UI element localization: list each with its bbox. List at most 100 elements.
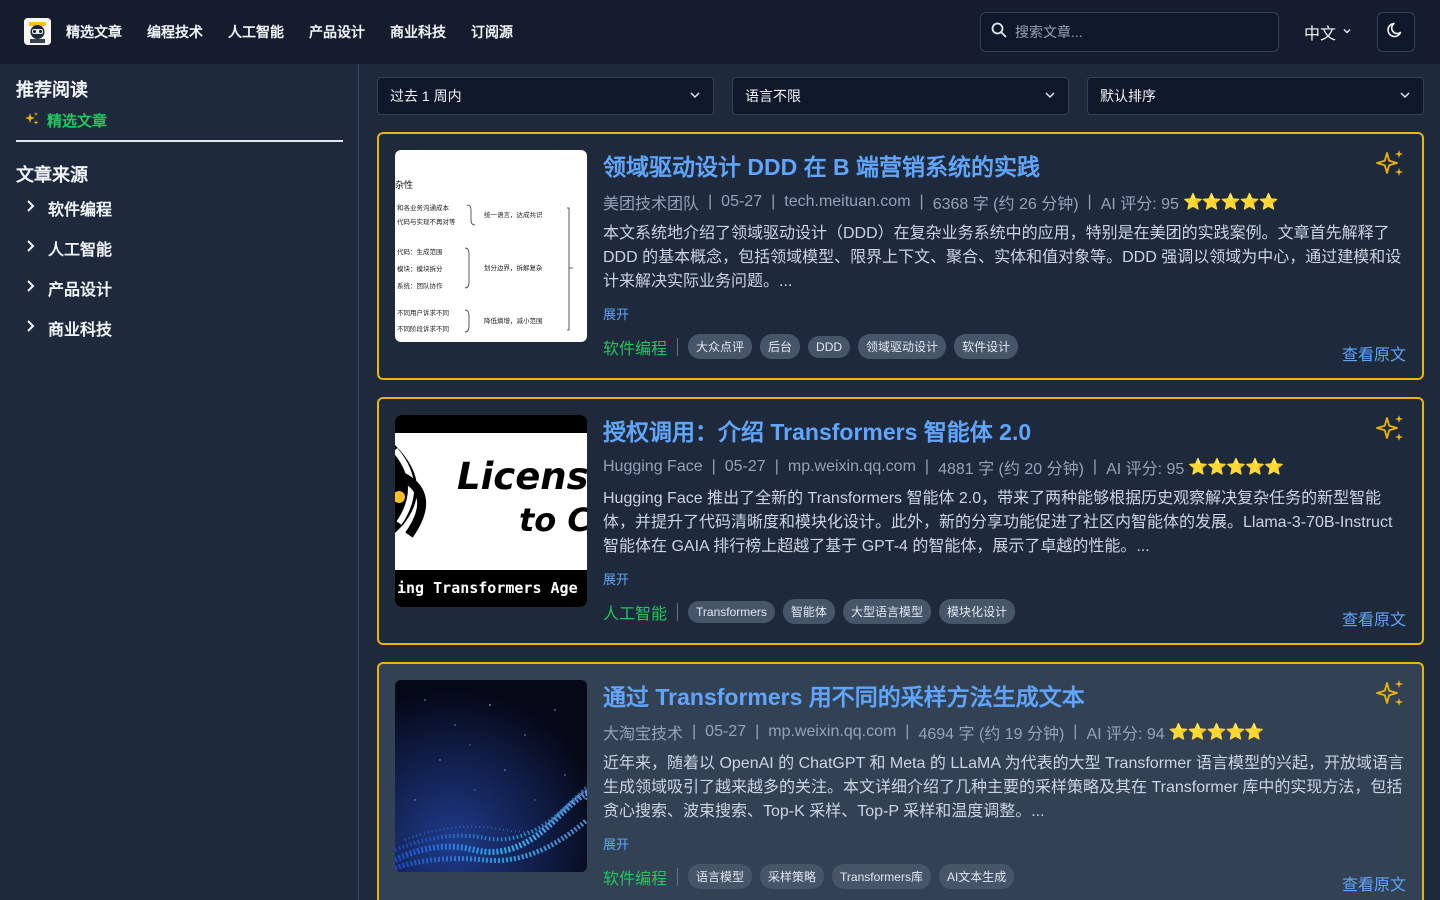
article-score: AI 评分: 95 (1106, 461, 1185, 478)
chevron-right-icon (24, 239, 38, 258)
tag-chip[interactable]: 智能体 (782, 599, 835, 624)
nav-link-ai[interactable]: 人工智能 (228, 22, 284, 42)
view-original-link[interactable]: 查看原文 (1342, 871, 1406, 895)
sidebar-item-label: 产品设计 (48, 282, 113, 299)
search-icon (991, 22, 1007, 43)
time-filter-value: 过去 1 周内 (390, 88, 462, 104)
article-source: 美团技术团队 (603, 196, 700, 213)
sources-heading: 文章来源 (16, 165, 88, 185)
article-thumbnail[interactable] (395, 680, 587, 872)
tag-chip[interactable]: 后台 (760, 334, 801, 359)
nav-link-programming[interactable]: 编程技术 (147, 22, 203, 42)
view-original-link[interactable]: 查看原文 (1342, 341, 1406, 365)
thumb-text: 不同阶段诉求不同 (397, 324, 449, 333)
article-score: AI 评分: 95 (1100, 196, 1179, 213)
sidebar-item-ai[interactable]: 人工智能 (24, 236, 112, 260)
sidebar-item-label: 商业科技 (48, 322, 113, 339)
expand-link[interactable]: 展开 (603, 569, 629, 588)
ai-sparkle-icon[interactable] (1376, 148, 1406, 183)
view-original-link[interactable]: 查看原文 (1342, 606, 1406, 630)
article-tags-row: 软件编程 语言模型 采样策略 Transformers库 AI文本生成 (603, 864, 1022, 889)
thumb-text: Licens (457, 455, 587, 498)
tag-chip[interactable]: 语言模型 (688, 864, 753, 889)
expand-link[interactable]: 展开 (603, 834, 629, 853)
sidebar-item-featured[interactable]: 精选文章 (24, 110, 107, 131)
article-meta: 美团技术团队 | 05-27 | tech.meituan.com | 6368 字 … (603, 190, 1279, 214)
nav-link-product[interactable]: 产品设计 (309, 22, 365, 42)
article-length: 6368 字 (约 26 分钟) (932, 196, 1079, 213)
article-card: 杂性 和各业务沟通成本 代码与实现不再对等 统一语言，达成共识 代码：生成范围 … (377, 132, 1424, 380)
thumb-text: 和各业务沟通成本 (397, 203, 450, 212)
tag-chip[interactable]: 大众点评 (688, 334, 753, 359)
chevron-right-icon (24, 319, 38, 338)
article-thumbnail[interactable]: 杂性 和各业务沟通成本 代码与实现不再对等 统一语言，达成共识 代码：生成范围 … (395, 150, 587, 342)
thumb-text: 系统：团队协作 (397, 281, 443, 290)
sidebar-divider (16, 140, 343, 142)
recommended-heading: 推荐阅读 (16, 80, 88, 100)
expand-link[interactable]: 展开 (603, 304, 629, 323)
thumb-text: 统一语言，达成共识 (484, 210, 543, 219)
article-title[interactable]: 领域驱动设计 DDD 在 B 端营销系统的实践 (603, 148, 1040, 182)
chevron-right-icon (24, 199, 38, 218)
article-category[interactable]: 人工智能 (603, 600, 667, 624)
tag-chip[interactable]: 采样策略 (760, 864, 825, 889)
ai-sparkle-icon[interactable] (1376, 678, 1406, 713)
time-filter-select[interactable]: 过去 1 周内 (377, 77, 714, 115)
sort-value: 默认排序 (1100, 88, 1156, 104)
tag-chip[interactable]: 领域驱动设计 (858, 334, 947, 359)
sidebar-item-software[interactable]: 软件编程 (24, 196, 112, 220)
sort-select[interactable]: 默认排序 (1087, 77, 1424, 115)
article-domain: mp.weixin.qq.com (787, 458, 916, 475)
thumb-text: 杂性 (395, 179, 413, 191)
nav-link-featured[interactable]: 精选文章 (66, 22, 122, 42)
article-summary: 近年来，随着以 OpenAI 的 ChatGPT 和 Meta 的 LLaMA … (603, 755, 1405, 820)
article-card: Licens to C ing Transformers Age 授权调用：介绍… (377, 397, 1424, 645)
chevron-right-icon (24, 279, 38, 298)
sidebar-item-business[interactable]: 商业科技 (24, 316, 112, 340)
thumb-text: 降低熵增，减小范围 (484, 316, 543, 325)
chevron-down-icon (1044, 88, 1056, 104)
article-category[interactable]: 软件编程 (603, 865, 667, 889)
article-meta: Hugging Face | 05-27 | mp.weixin.qq.com | 4… (603, 455, 1284, 479)
nav-link-feeds[interactable]: 订阅源 (471, 22, 513, 42)
thumb-text: to C (519, 501, 587, 539)
star-rating: ⭐⭐⭐⭐⭐ (1182, 194, 1279, 211)
moon-icon (1387, 21, 1405, 44)
tag-chip[interactable]: 大型语言模型 (842, 599, 931, 624)
search-box (980, 12, 1279, 52)
article-domain: mp.weixin.qq.com (768, 723, 897, 740)
top-navbar: 精选文章 编程技术 人工智能 产品设计 商业科技 订阅源 中文 (0, 0, 1440, 64)
sparkles-icon (24, 111, 40, 131)
tag-chip[interactable]: AI文本生成 (938, 864, 1015, 889)
language-filter-select[interactable]: 语言不限 (732, 77, 1069, 115)
theme-toggle-button[interactable] (1377, 12, 1415, 52)
article-length: 4881 字 (约 20 分钟) (938, 461, 1084, 478)
nav-link-business[interactable]: 商业科技 (390, 22, 446, 42)
language-selector[interactable]: 中文 (1304, 20, 1352, 44)
sidebar-item-label: 精选文章 (47, 113, 108, 130)
ai-sparkle-icon[interactable] (1376, 413, 1406, 448)
site-logo[interactable] (24, 18, 51, 45)
thumb-text: 代码与实现不再对等 (397, 217, 456, 226)
thumb-text: 划分边界，拆解复杂 (484, 263, 543, 272)
sidebar-item-label: 软件编程 (48, 202, 113, 219)
article-title[interactable]: 授权调用：介绍 Transformers 智能体 2.0 (603, 413, 1031, 447)
tag-chip[interactable]: Transformers (688, 600, 775, 623)
article-thumbnail[interactable]: Licens to C ing Transformers Age (395, 415, 587, 607)
search-input[interactable] (1015, 24, 1265, 40)
nav-links: 精选文章 编程技术 人工智能 产品设计 商业科技 订阅源 (66, 0, 538, 64)
tag-chip[interactable]: 模块化设计 (938, 599, 1015, 624)
divider (677, 602, 679, 621)
article-source: Hugging Face (603, 458, 703, 475)
article-tags-row: 软件编程 大众点评 后台 DDD 领域驱动设计 软件设计 (603, 334, 1026, 359)
tag-chip[interactable]: DDD (808, 335, 851, 358)
article-category[interactable]: 软件编程 (603, 335, 667, 359)
divider (677, 337, 679, 356)
article-date: 05-27 (721, 193, 763, 210)
chevron-down-icon (1399, 88, 1411, 104)
article-title[interactable]: 通过 Transformers 用不同的采样方法生成文本 (603, 678, 1085, 712)
tag-chip[interactable]: 软件设计 (954, 334, 1019, 359)
sidebar-item-product[interactable]: 产品设计 (24, 276, 112, 300)
article-tags-row: 人工智能 Transformers 智能体 大型语言模型 模块化设计 (603, 599, 1023, 624)
tag-chip[interactable]: Transformers库 (832, 864, 931, 889)
